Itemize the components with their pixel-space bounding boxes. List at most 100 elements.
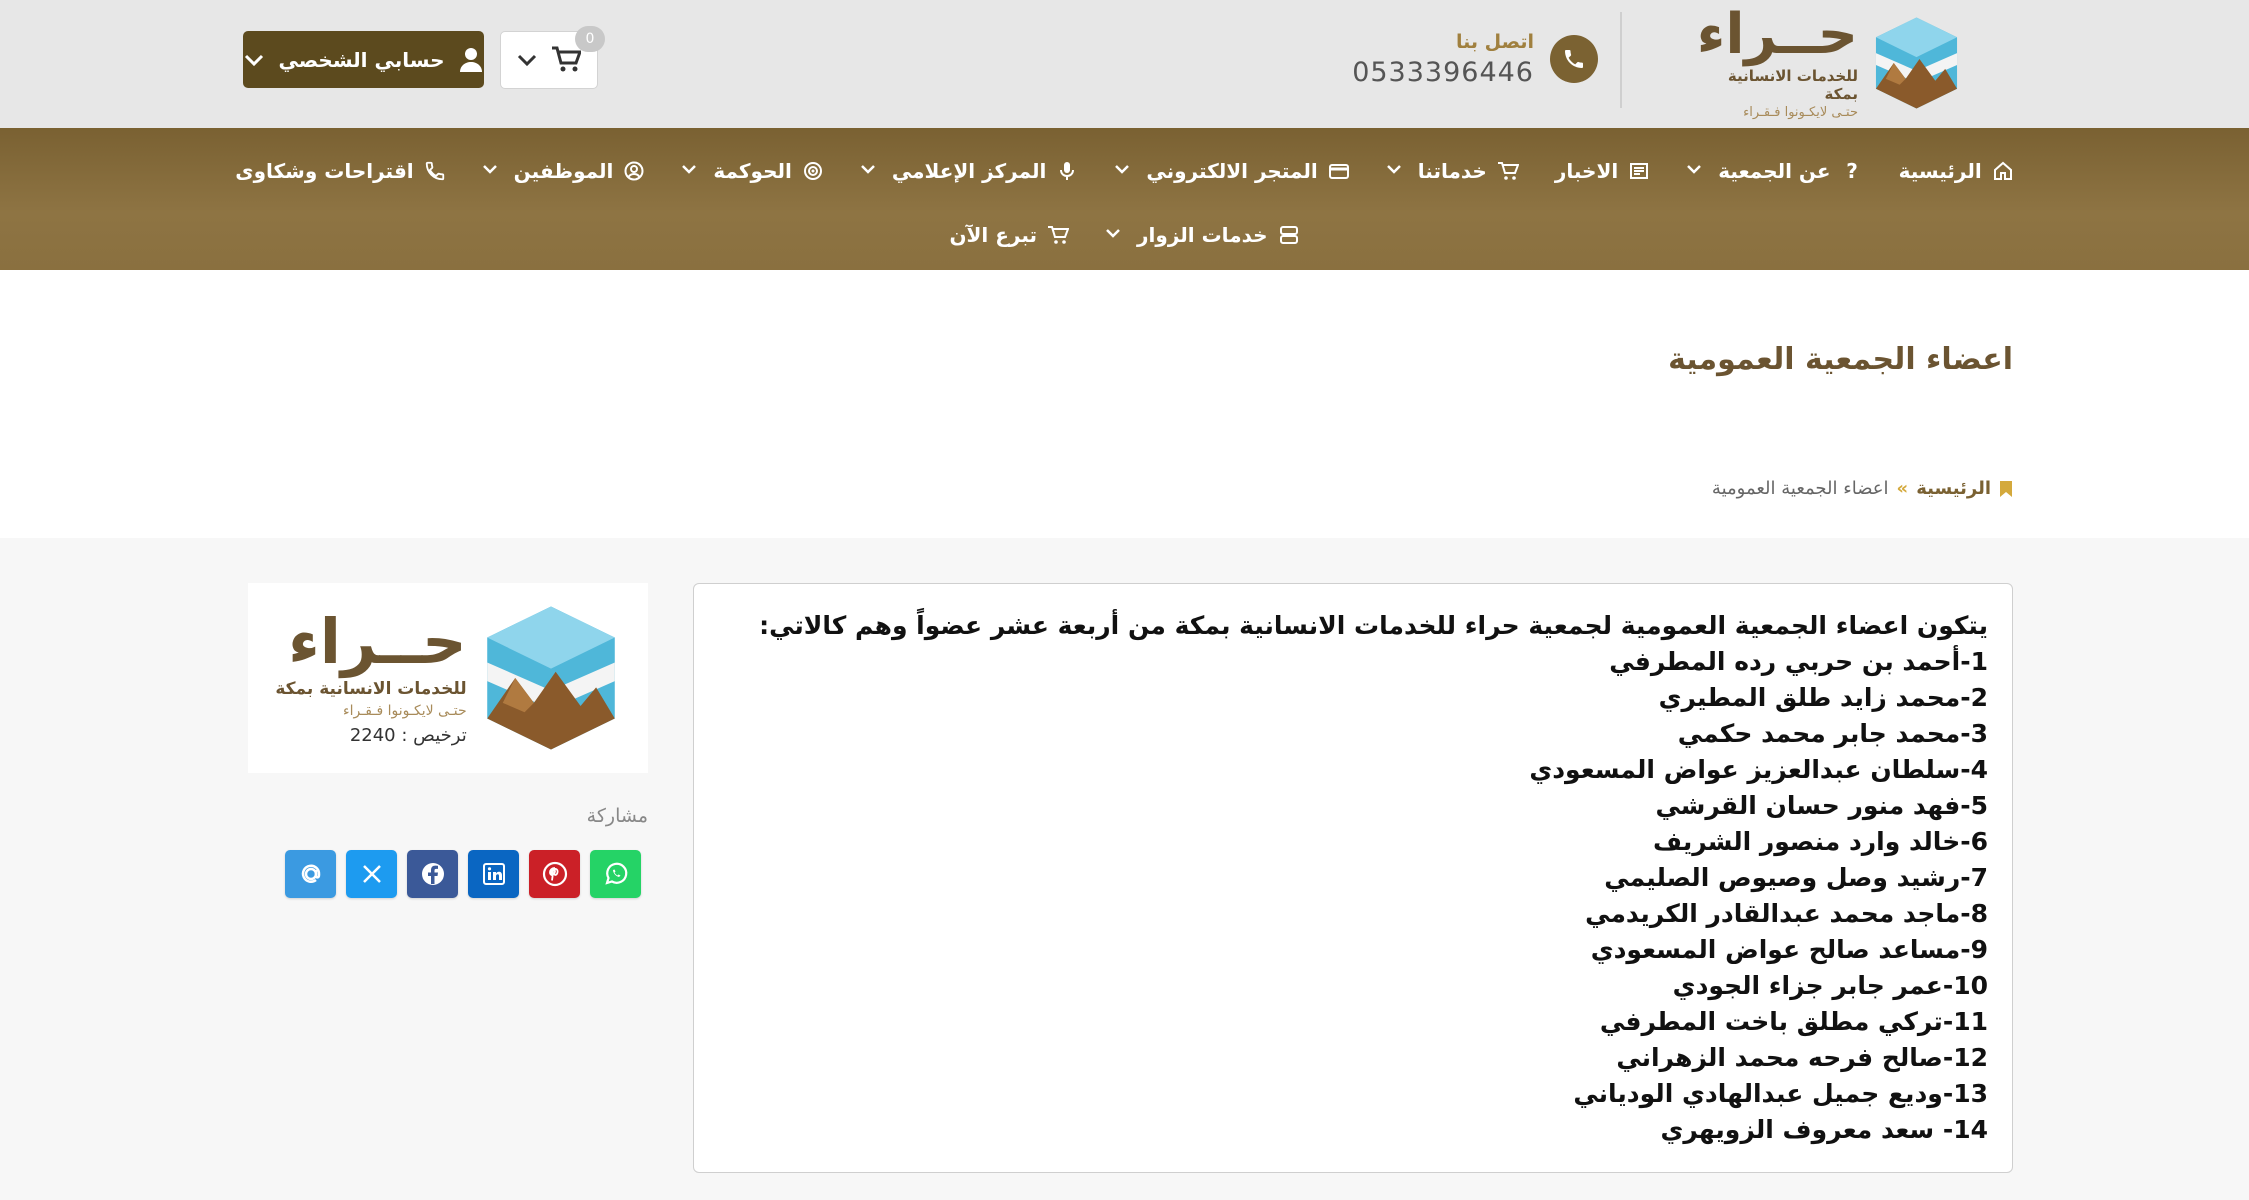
server-icon [1278,224,1300,246]
header-divider [1620,12,1622,108]
nav-item-label: خدمات الزوار [1137,223,1268,247]
nav-item[interactable]: خدماتنا [1386,159,1519,183]
share-label: مشاركة [586,805,648,827]
page-header-band: اعضاء الجمعية العمومية الرئيسية » اعضاء … [0,270,2249,538]
member-list-item: 1-أحمد بن حربي رده المطرفي [1609,647,1988,676]
card-icon [1328,160,1350,182]
chevron-down-icon [1386,163,1402,179]
member-list-item: 7-رشيد وصل وصيوص الصليمي [1604,863,1988,892]
user-icon [459,47,482,72]
member-list-item: 11-تركي مطلق باخت المطرفي [1599,1007,1988,1036]
kaaba-mountain-logo-icon [1875,17,1958,109]
page-title: اعضاء الجمعية العمومية [1668,342,2013,377]
member-list-item: 5-فهد منور حسان القرشي [1655,791,1988,820]
nav-item-label: المتجر الالكتروني [1146,159,1318,183]
nav-item[interactable]: الموظفين [482,159,646,183]
top-header: حــراء للخدمات الانسانية بمكة حتـى لايكـ… [0,0,2249,128]
share-linkedin-button[interactable] [468,850,519,898]
newspaper-icon [1628,160,1650,182]
member-list-item: 14- سعد معروف الزويهري [1660,1115,1988,1144]
chevron-down-icon [1105,227,1121,243]
nav-item[interactable]: الاخبار [1555,159,1650,183]
member-list-item: 8-ماجد محمد عبدالقادر الكريدمي [1585,899,1988,928]
chevron-down-icon [482,163,498,179]
nav-row-primary: الرئيسية? عن الجمعية الاخبار خدماتنا المتجر … [0,148,2249,194]
member-list-item: 13-وديع جميل عبدالهادي الودياني [1573,1079,1988,1108]
nav-item[interactable]: تبرع الآن [949,223,1070,247]
contact-phone-number[interactable]: 0533396446 [1352,57,1534,88]
nav-item[interactable]: خدمات الزوار [1105,223,1300,247]
microphone-icon [1056,160,1078,182]
nav-item[interactable]: ? عن الجمعية [1686,159,1862,183]
nav-item-label: المركز الإعلامي [891,159,1047,183]
nav-item-label: الاخبار [1554,159,1619,183]
license-number: ترخيص : 2240 [349,724,467,746]
phone-icon [424,160,446,182]
my-account-button[interactable]: حسابي الشخصي [243,31,484,88]
logo-slogan: حتـى لايكـونوا فـقـراء [1743,104,1858,120]
nav-item-label: الموظفين [513,159,614,183]
bookmark-icon [2000,480,2012,497]
cart-icon [552,46,581,72]
nav-item-label: تبرع الآن [949,223,1038,247]
sidebar-logo-slogan: حتـى لايكـونوا فـقـراء [343,702,467,719]
member-list-item: 4-سلطان عبدالعزيز عواض المسعودي [1529,755,1988,784]
nav-row-secondary: خدمات الزوار تبرع الآن [0,212,2249,258]
nav-item[interactable]: المتجر الالكتروني [1114,159,1349,183]
breadcrumb-separator: » [1896,478,1909,499]
chevron-down-icon [681,163,697,179]
nav-item-label: اقتراحات وشكاوى [235,159,414,183]
member-list-item: 12-صالح فرحه محمد الزهراني [1616,1043,1988,1072]
member-list-item: 10-عمر جابر جزاء الجودي [1672,971,1988,1000]
nav-item[interactable]: اقتراحات وشكاوى [235,159,445,183]
members-content-box: يتكون اعضاء الجمعية العمومية لجمعية حراء… [693,583,2013,1173]
nav-item[interactable]: المركز الإعلامي [860,159,1078,183]
nav-item-label: عن الجمعية [1718,159,1831,183]
site-logo[interactable]: حــراء للخدمات الانسانية بمكة حتـى لايكـ… [1691,6,1961,120]
share-facebook-button[interactable] [407,850,458,898]
pinterest-icon [542,861,568,887]
share-pinterest-button[interactable] [529,850,580,898]
user-circle-icon [623,160,645,182]
home-icon [1992,160,2014,182]
contact-block[interactable]: اتصل بنا 0533396446 [1352,24,1598,94]
logo-subtitle: للخدمات الانسانية بمكة [1727,66,1858,103]
nav-item-label: الرئيسية [1898,159,1982,183]
main-navigation: الرئيسية? عن الجمعية الاخبار خدماتنا المتجر … [0,128,2249,270]
nav-item-label: خدماتنا [1417,159,1487,183]
nav-item[interactable]: الرئيسية [1899,159,2014,183]
share-x-button[interactable] [346,850,397,898]
target-icon [802,160,824,182]
share-email-button[interactable] [285,850,336,898]
share-buttons [285,850,641,898]
x-icon [360,862,384,886]
chevron-down-icon [1114,163,1130,179]
sidebar-logo-subtitle: للخدمات الانسانية بمكة [275,678,467,699]
chevron-down-icon [517,54,537,67]
linkedin-icon [482,862,506,886]
breadcrumb-current: اعضاء الجمعية العمومية [1711,478,1889,499]
share-whatsapp-button[interactable] [590,850,641,898]
phone-icon [1550,35,1598,83]
member-list-item: 9-مساعد صالح عواض المسعودي [1590,935,1988,964]
cart-icon [1047,224,1070,246]
question-icon: ? [1841,160,1863,182]
members-list: 1-أحمد بن حربي رده المطرفي 2-محمد زايد طل… [694,644,1988,1148]
members-intro-text: يتكون اعضاء الجمعية العمومية لجمعية حراء… [759,611,1988,640]
contact-label: اتصل بنا [1456,30,1534,53]
email-icon [298,861,324,887]
chevron-down-icon [245,54,264,66]
nav-item[interactable]: الحوكمة [681,159,824,183]
chevron-down-icon [1686,163,1702,179]
breadcrumb-home-link[interactable]: الرئيسية [1916,478,1991,499]
nav-item-label: الحوكمة [713,159,792,183]
whatsapp-icon [603,861,629,887]
sidebar-logo-name: حــراء [288,604,467,678]
svg-text:?: ? [1846,160,1858,182]
member-list-item: 6-خالد وارد منصور الشريف [1653,827,1988,856]
member-list-item: 3-محمد جابر محمد حكمي [1677,719,1988,748]
breadcrumb: الرئيسية » اعضاء الجمعية العمومية [1712,478,2013,499]
cart-icon [1497,160,1519,182]
chevron-down-icon [860,163,876,179]
kaaba-mountain-logo-icon [486,606,615,750]
